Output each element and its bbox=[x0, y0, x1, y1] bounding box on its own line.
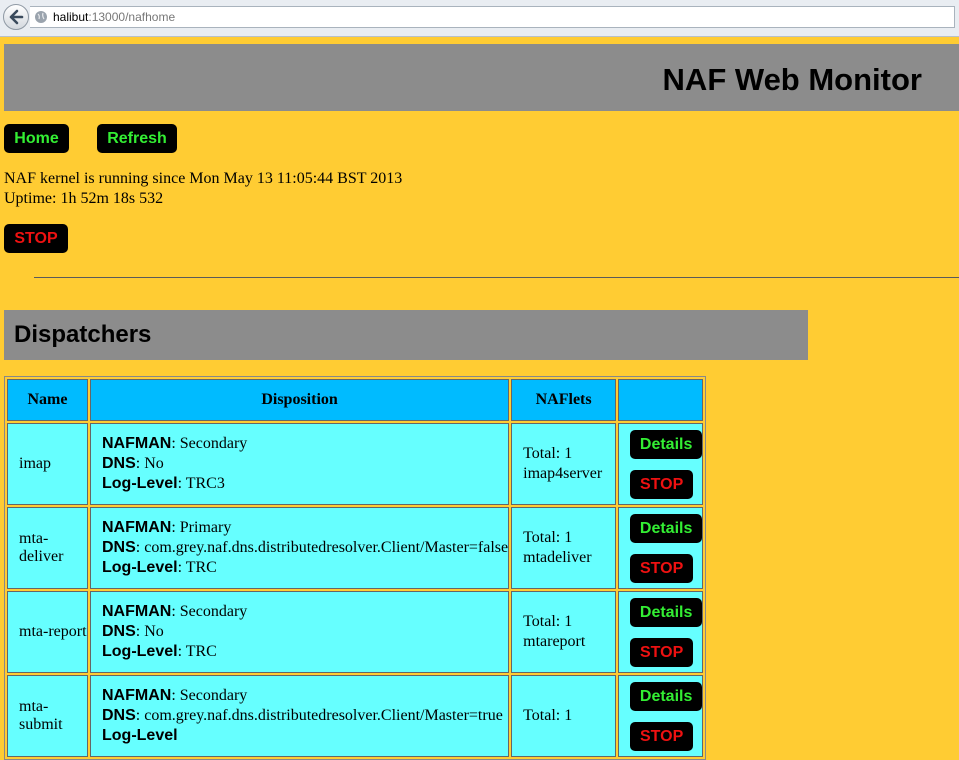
dispatchers-title: Dispatchers bbox=[14, 321, 152, 348]
dispatcher-actions: Details STOP bbox=[618, 507, 704, 589]
back-button[interactable] bbox=[3, 4, 29, 30]
table-row: mta-report NAFMAN: Secondary DNS: No Log… bbox=[7, 591, 704, 673]
column-header-naflets: NAFlets bbox=[511, 379, 617, 421]
dns-value: : com.grey.naf.dns.distributedresolver.C… bbox=[135, 539, 509, 556]
url-host: halibut bbox=[53, 10, 89, 24]
refresh-button[interactable]: Refresh bbox=[97, 124, 177, 153]
dispatcher-disposition: NAFMAN: Secondary DNS: com.grey.naf.dns.… bbox=[90, 675, 510, 757]
dispatcher-disposition: NAFMAN: Primary DNS: com.grey.naf.dns.di… bbox=[90, 507, 510, 589]
page-title: NAF Web Monitor bbox=[662, 62, 922, 97]
dispatcher-naflets: Total: 1 mtareport bbox=[511, 591, 617, 673]
uptime-text: Uptime: 1h 52m 18s 532 bbox=[4, 190, 164, 207]
nafman-key: NAFMAN bbox=[102, 519, 172, 536]
nafman-value: : Primary bbox=[171, 519, 232, 536]
dispatcher-naflets: Total: 1 imap4server bbox=[511, 423, 617, 505]
browser-toolbar: halibut:13000/nafhome bbox=[0, 0, 959, 37]
naflet-name: mtadeliver bbox=[523, 549, 592, 566]
dispatcher-naflets: Total: 1 mtadeliver bbox=[511, 507, 617, 589]
dispatcher-naflets: Total: 1 bbox=[511, 675, 617, 757]
stop-button[interactable]: STOP bbox=[630, 553, 694, 583]
dispatchers-table: Name Disposition NAFlets imap NAFMAN: Se… bbox=[4, 376, 707, 760]
dispatcher-name: mta-report bbox=[7, 591, 88, 673]
url-path: :13000/nafhome bbox=[88, 10, 176, 24]
page-header: NAF Web Monitor bbox=[4, 44, 959, 111]
naflet-name: mtareport bbox=[523, 633, 586, 650]
nafman-value: : Secondary bbox=[171, 687, 248, 704]
dispatcher-disposition: NAFMAN: Secondary DNS: No Log-Level: TRC bbox=[90, 591, 510, 673]
column-header-name: Name bbox=[7, 379, 88, 421]
dispatcher-name: mta-submit bbox=[7, 675, 88, 757]
details-button[interactable]: Details bbox=[630, 429, 703, 459]
column-header-actions bbox=[618, 379, 704, 421]
dispatchers-header: Dispatchers bbox=[4, 310, 808, 360]
nafman-value: : Secondary bbox=[171, 435, 248, 452]
details-button[interactable]: Details bbox=[630, 597, 703, 627]
nafman-key: NAFMAN bbox=[102, 687, 172, 704]
dispatcher-actions: Details STOP bbox=[618, 675, 704, 757]
back-arrow-icon bbox=[9, 9, 24, 25]
table-row: mta-submit NAFMAN: Secondary DNS: com.gr… bbox=[7, 675, 704, 757]
log-level-value: : TRC bbox=[177, 643, 217, 660]
log-level-key: Log-Level bbox=[102, 727, 178, 744]
table-row: imap NAFMAN: Secondary DNS: No Log-Level… bbox=[7, 423, 704, 505]
dns-key: DNS bbox=[102, 623, 136, 640]
table-header-row: Name Disposition NAFlets bbox=[7, 379, 704, 421]
log-level-value: : TRC bbox=[177, 559, 217, 576]
naflets-total: Total: 1 bbox=[523, 445, 573, 462]
nafman-value: : Secondary bbox=[171, 603, 248, 620]
divider bbox=[34, 277, 959, 278]
dns-key: DNS bbox=[102, 455, 136, 472]
dispatcher-name: imap bbox=[7, 423, 88, 505]
dns-key: DNS bbox=[102, 539, 136, 556]
dns-key: DNS bbox=[102, 707, 136, 724]
naflets-total: Total: 1 bbox=[523, 707, 573, 724]
url-text: halibut:13000/nafhome bbox=[53, 10, 175, 24]
nafman-key: NAFMAN bbox=[102, 603, 172, 620]
kernel-running-text: NAF kernel is running since Mon May 13 1… bbox=[4, 170, 403, 187]
dispatcher-actions: Details STOP bbox=[618, 423, 704, 505]
naflets-total: Total: 1 bbox=[523, 613, 573, 630]
address-bar[interactable]: halibut:13000/nafhome bbox=[30, 6, 955, 28]
dispatcher-disposition: NAFMAN: Secondary DNS: No Log-Level: TRC… bbox=[90, 423, 510, 505]
details-button[interactable]: Details bbox=[630, 681, 703, 711]
naflets-total: Total: 1 bbox=[523, 529, 573, 546]
kernel-stop-button[interactable]: STOP bbox=[4, 224, 68, 253]
log-level-value: : TRC3 bbox=[177, 475, 225, 492]
dns-value: : No bbox=[135, 623, 164, 640]
dns-value: : com.grey.naf.dns.distributedresolver.C… bbox=[135, 707, 503, 724]
log-level-key: Log-Level bbox=[102, 643, 178, 660]
stop-button[interactable]: STOP bbox=[630, 721, 694, 751]
details-button[interactable]: Details bbox=[630, 513, 703, 543]
stop-button[interactable]: STOP bbox=[630, 637, 694, 667]
dns-value: : No bbox=[135, 455, 164, 472]
stop-button[interactable]: STOP bbox=[630, 469, 694, 499]
naflet-name: imap4server bbox=[523, 465, 603, 482]
dispatcher-name: mta-deliver bbox=[7, 507, 88, 589]
log-level-key: Log-Level bbox=[102, 475, 178, 492]
nafman-key: NAFMAN bbox=[102, 435, 172, 452]
home-button[interactable]: Home bbox=[4, 124, 69, 153]
dispatcher-actions: Details STOP bbox=[618, 591, 704, 673]
globe-icon bbox=[35, 11, 47, 23]
table-row: mta-deliver NAFMAN: Primary DNS: com.gre… bbox=[7, 507, 704, 589]
column-header-disposition: Disposition bbox=[90, 379, 510, 421]
log-level-key: Log-Level bbox=[102, 559, 178, 576]
